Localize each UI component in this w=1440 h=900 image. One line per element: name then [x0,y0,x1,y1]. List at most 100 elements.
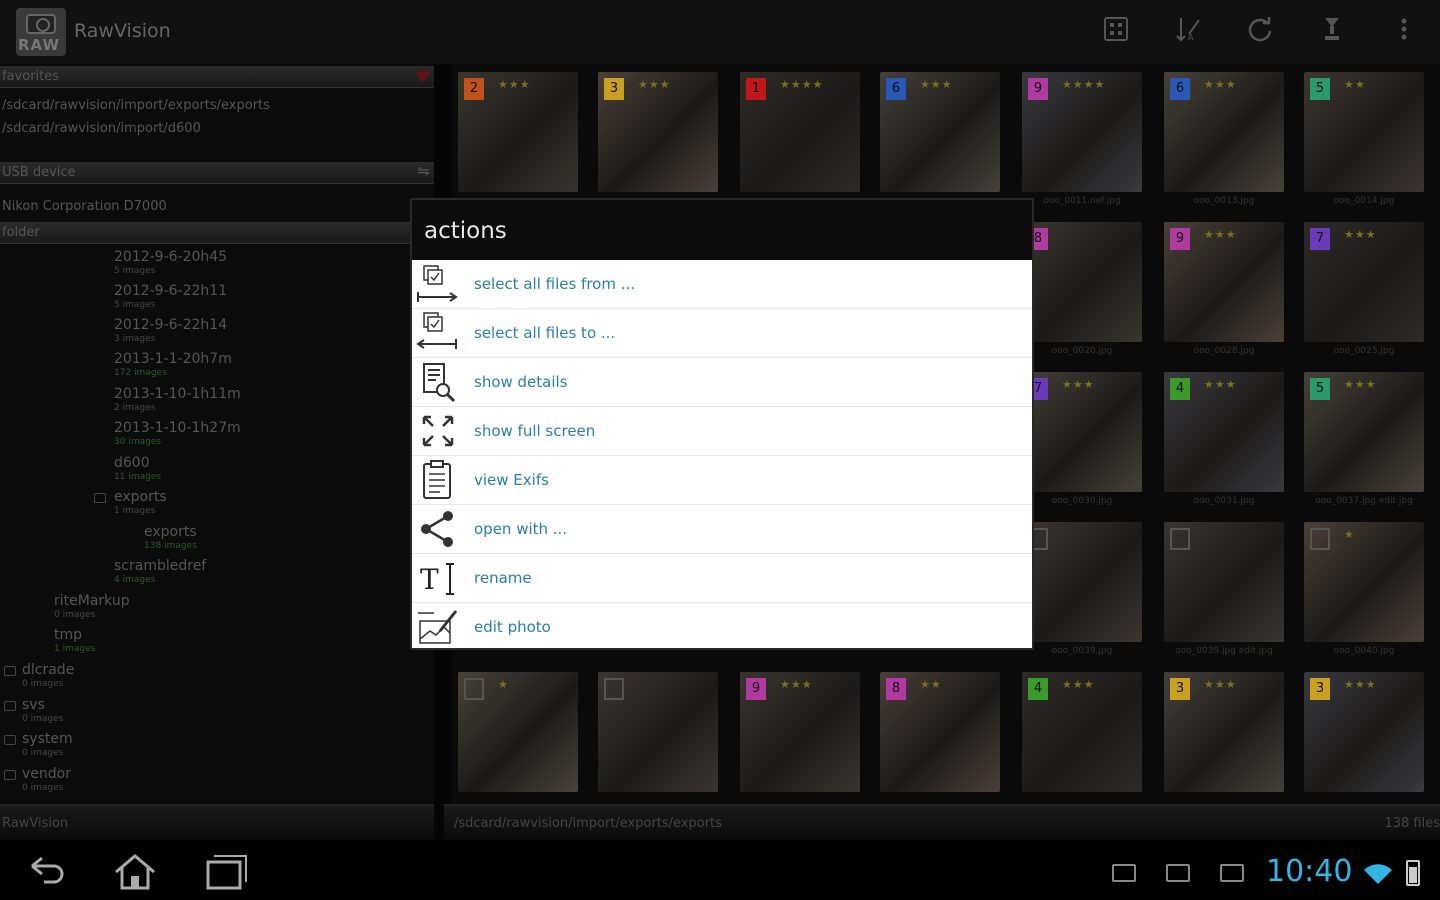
usb-device-name[interactable]: Nikon Corporation D7000 [2,199,167,214]
folder-item[interactable]: scrambledref [114,558,206,574]
refresh-icon[interactable] [1242,14,1278,50]
photo-thumbnail[interactable]: 6 ★★★ [1164,72,1284,192]
color-label-badge[interactable]: 9 [1028,78,1048,100]
select-checkbox-icon[interactable] [1310,528,1330,550]
color-label-badge[interactable]: 6 [1170,78,1190,100]
photo-thumbnail[interactable]: 4 ★★★ [1022,672,1142,792]
folder-item[interactable]: d600 [114,455,150,471]
color-label-badge[interactable]: 2 [464,78,484,100]
battery-icon[interactable] [1406,860,1420,886]
gallery-notification-icon[interactable] [1112,864,1136,882]
photo-thumbnail[interactable] [1022,522,1142,642]
folder-item[interactable]: 2013-1-10-1h27m [114,420,241,436]
photo-thumbnail[interactable]: ★ [458,672,578,792]
photo-thumbnail[interactable]: 4 ★★★ [1164,372,1284,492]
mail-notification-icon[interactable] [1166,864,1190,882]
folder-item[interactable]: dlcrade [22,662,74,678]
photo-thumbnail[interactable] [598,672,718,792]
color-label-badge[interactable]: 4 [1170,378,1190,400]
color-label-badge[interactable]: 4 [1028,678,1048,700]
favorite-path[interactable]: /sdcard/rawvision/import/d600 [2,121,201,136]
clock[interactable]: 10:40 [1266,854,1352,889]
grid-view-icon[interactable] [1098,14,1134,50]
menu-item-select-all-to[interactable]: select all files to ... [412,309,1032,358]
select-checkbox-icon[interactable] [1170,528,1190,550]
folder-item[interactable]: 2013-1-10-1h11m [114,386,241,402]
color-label-badge[interactable]: 5 [1310,378,1330,400]
menu-item-rename[interactable]: T rename [412,554,1032,603]
usb-device-header[interactable]: USB device ⇋ [0,162,434,184]
color-label-badge[interactable]: 5 [1310,78,1330,100]
heart-icon[interactable]: ♥ [416,67,430,86]
favorite-path[interactable]: /sdcard/rawvision/import/exports/exports [2,98,270,113]
photo-thumbnail[interactable]: 9 ★★★ [1164,222,1284,342]
photo-thumbnail[interactable]: 9 ★★★ [740,672,860,792]
folder-header[interactable]: folder [0,222,434,244]
color-label-badge[interactable]: 7 [1310,228,1330,250]
color-label-badge[interactable]: 6 [886,78,906,100]
folder-item[interactable]: tmp [54,627,82,643]
photo-thumbnail[interactable]: ★ [1304,522,1424,642]
folder-item[interactable]: 2012-9-6-20h45 [114,249,227,265]
sort-icon[interactable]: A [1170,14,1206,50]
folder-item[interactable]: 2013-1-1-20h7m [114,351,232,367]
photo-thumbnail[interactable]: 6 ★★★ [880,72,1000,192]
photo-thumbnail[interactable]: 9 ★★★★ [1022,72,1142,192]
folder-item[interactable]: 2012-9-6-22h11 [114,283,227,299]
color-label-badge[interactable]: 9 [746,678,766,700]
recent-apps-icon[interactable] [200,852,250,892]
photo-thumbnail[interactable]: 8 [1022,222,1142,342]
photo-thumbnail[interactable]: 7 ★★★ [1022,372,1142,492]
color-label-badge[interactable]: 3 [1170,678,1190,700]
photo-thumbnail[interactable]: 7 ★★★ [1304,222,1424,342]
folder-item[interactable]: system [22,731,73,747]
color-label-badge[interactable]: 1 [746,78,766,100]
folder-count: 4 images [114,575,156,585]
home-icon[interactable] [110,852,160,892]
folder-count: 30 images [114,437,162,447]
select-checkbox-icon[interactable] [464,678,484,700]
photo-thumbnail[interactable]: 3 ★★★ [1164,672,1284,792]
color-label-badge[interactable]: 8 [886,678,906,700]
mail-notification-icon[interactable] [1220,864,1244,882]
photo-thumbnail[interactable]: 3 ★★★ [598,72,718,192]
menu-item-view-exifs[interactable]: view Exifs [412,456,1032,505]
folder-item[interactable]: exports [114,489,167,505]
photo-thumbnail[interactable]: 5 ★★ [1304,72,1424,192]
folder-item[interactable]: vendor [22,766,71,782]
folder-item[interactable]: svs [22,697,45,713]
photo-thumbnail[interactable]: 8 ★★ [880,672,1000,792]
back-icon[interactable] [20,852,70,892]
expand-toggle-icon[interactable] [94,493,106,503]
folder-item-selected[interactable]: exports [144,524,197,540]
app-logo-icon[interactable]: RAW [16,8,66,56]
photo-thumbnail[interactable]: 1 ★★★★ [740,72,860,192]
expand-toggle-icon[interactable] [4,701,16,711]
folder-item[interactable]: riteMarkup [54,593,130,609]
color-label-badge[interactable]: 3 [1310,678,1330,700]
menu-item-show-full-screen[interactable]: show full screen [412,407,1032,456]
usb-icon[interactable]: ⇋ [417,162,430,180]
color-label-badge[interactable]: 9 [1170,228,1190,250]
rating-stars: ★★★ [498,78,531,91]
expand-toggle-icon[interactable] [4,666,16,676]
select-checkbox-icon[interactable] [604,678,624,700]
overflow-menu-icon[interactable] [1386,14,1422,50]
expand-toggle-icon[interactable] [4,735,16,745]
rating-stars: ★★★ [1204,678,1237,691]
menu-item-select-all-from[interactable]: select all files from ... [412,260,1032,309]
expand-toggle-icon[interactable] [4,770,16,780]
menu-item-open-with[interactable]: open with ... [412,505,1032,554]
photo-thumbnail[interactable]: 3 ★★★ [1304,672,1424,792]
folder-item[interactable]: 2012-9-6-22h14 [114,317,227,333]
file-name-label: ooo_0039.jpg edit.jpg [1175,646,1273,656]
menu-item-show-details[interactable]: show details [412,358,1032,407]
color-label-badge[interactable]: 3 [604,78,624,100]
photo-thumbnail[interactable] [1164,522,1284,642]
menu-item-edit-photo[interactable]: edit photo [412,603,1032,652]
favorites-header[interactable]: favorites ♥ [0,66,434,88]
wifi-icon[interactable] [1362,862,1394,890]
import-icon[interactable] [1314,14,1350,50]
photo-thumbnail[interactable]: 2 ★★★ [458,72,578,192]
photo-thumbnail[interactable]: 5 ★★★ [1304,372,1424,492]
